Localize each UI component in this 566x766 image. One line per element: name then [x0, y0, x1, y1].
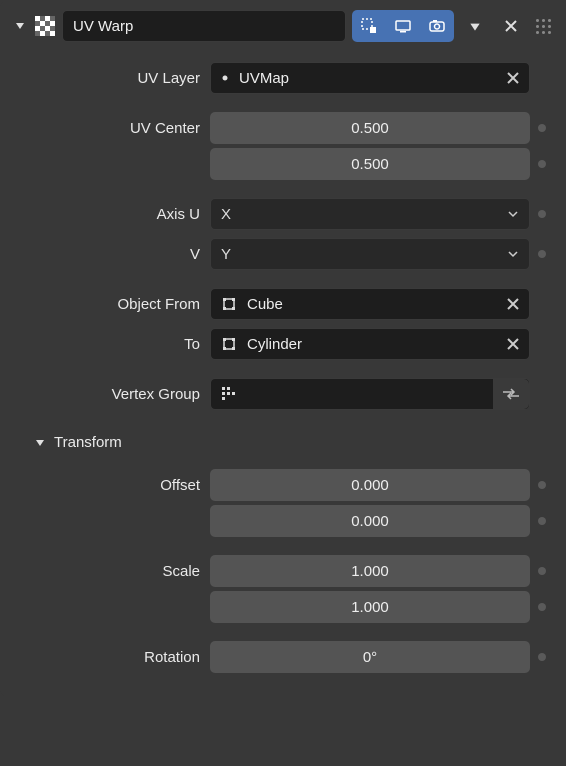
object-from-label: Object From [20, 296, 200, 313]
extras-menu[interactable] [460, 10, 490, 42]
scale-label: Scale [20, 563, 200, 580]
dot-icon [221, 74, 229, 82]
offset-label: Offset [20, 477, 200, 494]
rotation-label: Rotation [20, 649, 200, 666]
object-from-field[interactable]: Cube [210, 288, 530, 320]
clear-object-from[interactable] [507, 298, 519, 310]
object-icon [221, 296, 237, 312]
scale-x[interactable]: 1.000 [210, 555, 530, 587]
vertex-group-invert[interactable] [493, 379, 529, 409]
rotation-pin[interactable] [538, 653, 546, 661]
modifier-name-field[interactable]: UV Warp [62, 10, 346, 42]
transform-section-label: Transform [54, 434, 122, 451]
uv-center-y[interactable]: 0.500 [210, 148, 530, 180]
clear-object-to[interactable] [507, 338, 519, 350]
chevron-down-icon [507, 208, 519, 220]
uv-layer-label: UV Layer [20, 70, 200, 87]
visibility-buttons [352, 10, 454, 42]
object-to-value: Cylinder [247, 336, 302, 353]
axis-v-select[interactable]: Y [210, 238, 530, 270]
offset-y-pin[interactable] [538, 517, 546, 525]
delete-modifier[interactable] [496, 10, 526, 42]
axis-v-label: V [20, 246, 200, 263]
clear-uv-layer[interactable] [507, 72, 519, 84]
render-toggle[interactable] [420, 10, 454, 42]
axis-v-pin[interactable] [538, 250, 546, 258]
scale-x-pin[interactable] [538, 567, 546, 575]
offset-y[interactable]: 0.000 [210, 505, 530, 537]
object-icon [221, 336, 237, 352]
uv-layer-field[interactable]: UVMap [210, 62, 530, 94]
object-from-value: Cube [247, 296, 283, 313]
uv-center-label: UV Center [20, 120, 200, 137]
chevron-down-icon [507, 248, 519, 260]
modifier-header: UV Warp [2, 2, 564, 52]
uv-center-y-pin[interactable] [538, 160, 546, 168]
rotation-field[interactable]: 0° [210, 641, 530, 673]
modifier-name-text: UV Warp [73, 18, 133, 35]
axis-u-label: Axis U [20, 206, 200, 223]
edit-mode-toggle[interactable] [352, 10, 386, 42]
uv-center-x-pin[interactable] [538, 124, 546, 132]
uv-layer-value: UVMap [239, 70, 289, 87]
axis-u-pin[interactable] [538, 210, 546, 218]
vertex-group-label: Vertex Group [20, 386, 200, 403]
object-to-field[interactable]: Cylinder [210, 328, 530, 360]
drag-handle[interactable] [532, 19, 554, 34]
axis-u-select[interactable]: X [210, 198, 530, 230]
offset-x-pin[interactable] [538, 481, 546, 489]
scale-y-pin[interactable] [538, 603, 546, 611]
uv-center-x[interactable]: 0.500 [210, 112, 530, 144]
vertex-group-icon [221, 386, 239, 402]
offset-x[interactable]: 0.000 [210, 469, 530, 501]
scale-y[interactable]: 1.000 [210, 591, 530, 623]
collapse-toggle[interactable] [12, 18, 28, 34]
uvwarp-icon [34, 15, 56, 37]
vertex-group-field[interactable] [210, 378, 530, 410]
transform-section-toggle[interactable]: Transform [34, 434, 546, 451]
object-to-label: To [20, 336, 200, 353]
realtime-toggle[interactable] [386, 10, 420, 42]
